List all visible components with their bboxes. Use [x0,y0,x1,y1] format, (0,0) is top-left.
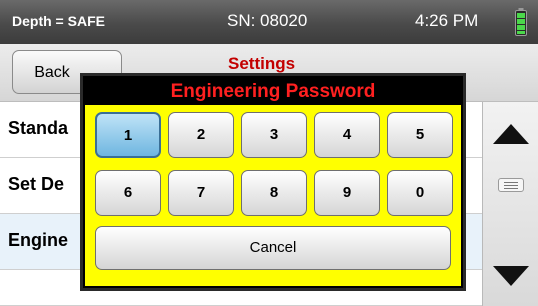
key-6[interactable]: 6 [95,170,161,216]
key-9[interactable]: 9 [314,170,380,216]
key-7[interactable]: 7 [168,170,234,216]
key-3[interactable]: 3 [241,112,307,158]
status-bar: Depth = SAFE SN: 08020 4:26 PM [0,0,538,44]
cancel-button[interactable]: Cancel [95,226,451,270]
clock: 4:26 PM [415,11,479,30]
serial-number: SN: 08020 [227,11,308,30]
dialog-title: Engineering Password [170,81,376,102]
page-title: Settings [228,54,296,73]
dialog-titlebar: Engineering Password [85,78,461,105]
key-8[interactable]: 8 [241,170,307,216]
depth-status: Depth = SAFE [12,13,105,29]
list-item-label: Standa [8,118,69,138]
triangle-up-icon[interactable] [483,108,538,166]
key-2[interactable]: 2 [168,112,234,158]
triangle-down-icon[interactable] [483,246,538,304]
battery-icon [515,8,527,36]
grip-icon[interactable] [498,178,524,192]
list-item-label: Engine [8,230,69,250]
key-1[interactable]: 1 [95,112,161,158]
key-4[interactable]: 4 [314,112,380,158]
key-5[interactable]: 5 [387,112,453,158]
password-dialog: Engineering Password 1 2 3 4 5 6 7 8 9 0… [83,76,463,288]
key-0[interactable]: 0 [387,170,453,216]
list-item-label: Set De [8,174,65,194]
scroll-bar[interactable] [482,102,538,306]
